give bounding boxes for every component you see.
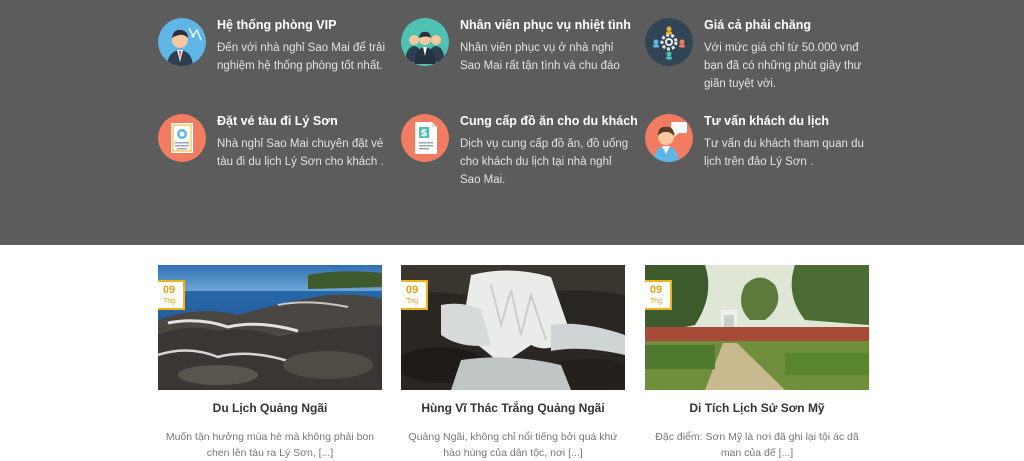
services-section: Hệ thống phòng VIP Đến với nhà nghỉ Sao … xyxy=(0,0,1024,245)
service-title: Hệ thống phòng VIP xyxy=(217,18,337,32)
post-thumbnail[interactable]: 09 Thg xyxy=(401,265,625,390)
service-title: Cung cấp đồ ăn cho du khách xyxy=(460,114,638,128)
service-description: Dịch vụ cung cấp đồ ăn, đồ uống cho khác… xyxy=(460,138,629,186)
post-date-badge: 09 Thg xyxy=(158,280,185,310)
staff-team-icon xyxy=(401,18,449,66)
service-description: Với mức giá chỉ từ 50.000 vnđ bạn đã có … xyxy=(704,42,862,90)
post-title[interactable]: Du Lịch Quảng Ngãi xyxy=(158,400,382,416)
svg-text:$: $ xyxy=(421,128,428,139)
service-title: Đặt vé tàu đi Lý Sơn xyxy=(217,114,338,128)
post-card: 09 Thg Du Lịch Quảng Ngãi Muốn tận hưởng… xyxy=(158,265,382,461)
post-date-month: Thg xyxy=(162,298,176,305)
post-card: 09 Thg Di Tích Lịch Sử Sơn Mỹ Đặc điểm: … xyxy=(645,265,869,461)
post-date-badge: 09 Thg xyxy=(401,280,428,310)
post-date-month: Thg xyxy=(405,298,419,305)
service-description: Nhà nghỉ Sao Mai chuyên đặt vé tàu đi du… xyxy=(217,138,384,168)
service-description: Tư vấn du khách tham quan du lịch trên đ… xyxy=(704,138,864,168)
post-card: 09 Thg Hùng Vĩ Thác Trắng Quảng Ngãi Quả… xyxy=(401,265,625,461)
post-excerpt: Muốn tận hưởng mùa hè mà không phải bon … xyxy=(165,431,375,459)
blog-posts-section: 09 Thg Du Lịch Quảng Ngãi Muốn tận hưởng… xyxy=(0,245,1024,461)
post-thumbnail[interactable]: 09 Thg xyxy=(158,265,382,390)
post-date-day: 09 xyxy=(162,284,176,296)
post-thumbnail[interactable]: 09 Thg xyxy=(645,265,869,390)
post-date-day: 09 xyxy=(649,284,663,296)
service-title: Giá cả phải chăng xyxy=(704,18,811,32)
consultant-person-icon xyxy=(645,114,693,162)
post-excerpt: Đặc điểm: Sơn Mỹ là nơi đã ghi lại tội á… xyxy=(655,431,859,459)
price-gear-people-icon xyxy=(645,18,693,66)
post-date-badge: 09 Thg xyxy=(645,280,672,310)
post-title[interactable]: Di Tích Lịch Sử Sơn Mỹ xyxy=(645,400,869,416)
ticket-certificate-icon xyxy=(158,114,206,162)
service-title: Nhân viên phục vụ nhiệt tình xyxy=(460,18,631,32)
vip-businessman-icon xyxy=(158,18,206,66)
service-description: Nhân viên phục vụ ở nhà nghỉ Sao Mai rất… xyxy=(460,42,620,72)
post-title[interactable]: Hùng Vĩ Thác Trắng Quảng Ngãi xyxy=(401,400,625,416)
service-description: Đến với nhà nghỉ Sao Mai để trải nghiệm … xyxy=(217,42,385,72)
post-date-month: Thg xyxy=(649,298,663,305)
service-title: Tư vấn khách du lịch xyxy=(704,114,830,128)
post-excerpt: Quảng Ngãi, không chỉ nổi tiếng bởi quá … xyxy=(408,431,618,459)
food-invoice-icon: $ xyxy=(401,114,449,162)
post-date-day: 09 xyxy=(405,284,419,296)
